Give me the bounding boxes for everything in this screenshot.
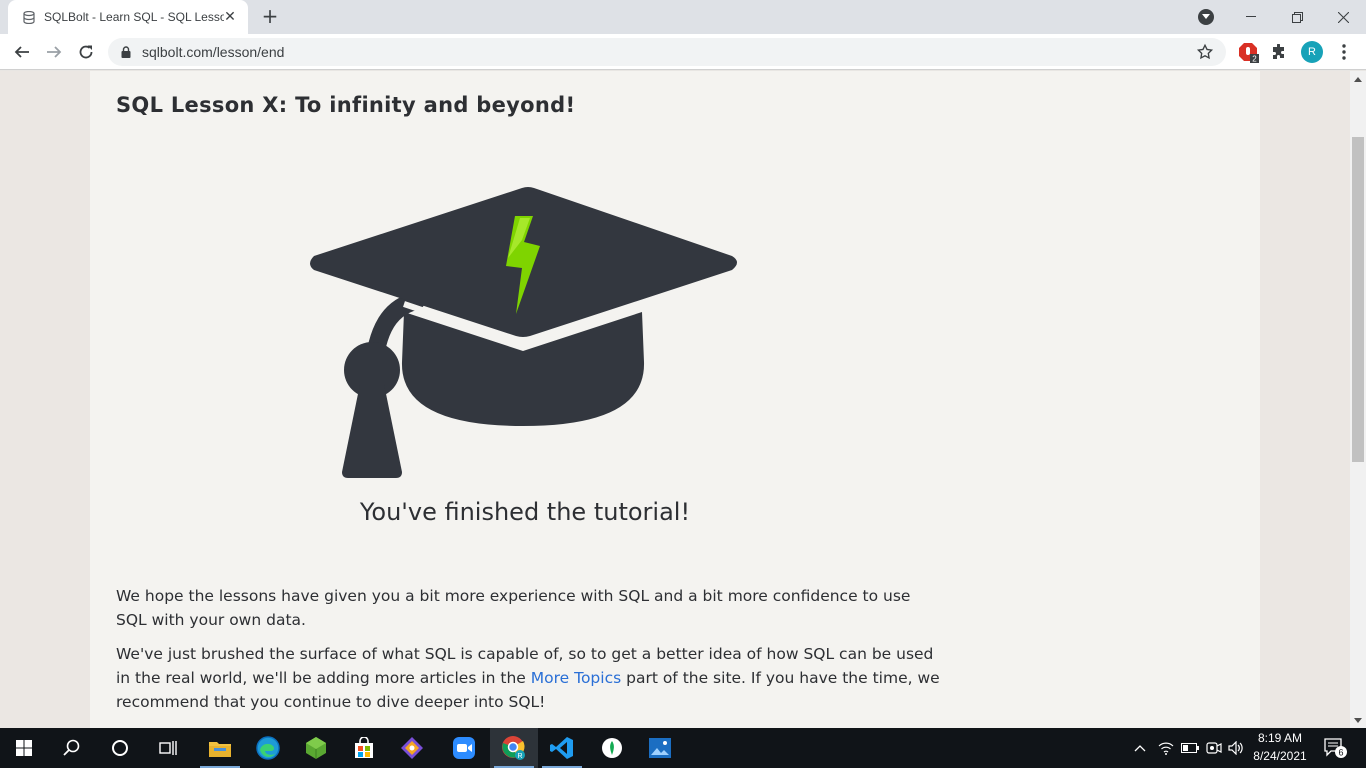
meet-now-icon[interactable] xyxy=(1202,728,1226,768)
page-viewport: SQL Lesson X: To infinity and beyond! Yo… xyxy=(0,71,1350,728)
chrome-profile-badge: R xyxy=(517,753,522,760)
scroll-up-arrow-icon[interactable] xyxy=(1350,71,1366,87)
file-explorer-icon[interactable] xyxy=(196,728,244,768)
wifi-icon[interactable] xyxy=(1154,728,1178,768)
finished-message: You've finished the tutorial! xyxy=(359,498,691,526)
photos-app-icon[interactable] xyxy=(636,728,684,768)
cortana-icon[interactable] xyxy=(96,728,144,768)
adblock-extension-icon[interactable]: 2 xyxy=(1236,40,1260,64)
lesson-content: SQL Lesson X: To infinity and beyond! Yo… xyxy=(90,71,1260,728)
lesson-title: SQL Lesson X: To infinity and beyond! xyxy=(116,93,576,117)
edge-browser-icon[interactable] xyxy=(244,728,292,768)
address-bar[interactable]: sqlbolt.com/lesson/end xyxy=(108,38,1226,66)
extension-badge: 2 xyxy=(1252,55,1257,64)
notification-count: 6 xyxy=(1338,748,1343,758)
paragraph-next-steps: We've just brushed the surface of what S… xyxy=(116,642,946,714)
scroll-down-arrow-icon[interactable] xyxy=(1350,712,1366,728)
show-hidden-icons-chevron-icon[interactable] xyxy=(1128,728,1152,768)
volume-icon[interactable] xyxy=(1224,728,1248,768)
task-view-icon[interactable] xyxy=(144,728,192,768)
paragraph-intro: We hope the lessons have given you a bit… xyxy=(116,587,911,629)
chrome-taskbar-icon[interactable]: R xyxy=(490,728,538,768)
clock-time[interactable]: 8:19 AM xyxy=(1250,731,1310,745)
database-icon xyxy=(22,10,36,24)
restore-icon[interactable] xyxy=(1274,0,1320,34)
minimize-icon[interactable] xyxy=(1228,0,1274,34)
page-scrollbar[interactable] xyxy=(1350,71,1366,728)
reload-icon[interactable] xyxy=(74,40,98,64)
browser-tab-strip: SQLBolt - Learn SQL - SQL Lesson X: To i… xyxy=(0,0,1366,34)
clock-date[interactable]: 8/24/2021 xyxy=(1250,749,1310,763)
windows-start-icon[interactable] xyxy=(0,728,48,768)
notification-center-icon[interactable]: 6 xyxy=(1318,728,1352,768)
more-topics-link[interactable]: More Topics xyxy=(531,669,621,687)
search-icon[interactable] xyxy=(48,728,96,768)
tab-close-icon[interactable]: ✕ xyxy=(222,9,238,25)
mongodb-compass-icon[interactable] xyxy=(588,728,636,768)
tab-title: SQLBolt - Learn SQL - SQL Lesson X: To i… xyxy=(44,10,224,24)
graduation-cap-icon xyxy=(310,187,737,478)
battery-icon[interactable] xyxy=(1178,728,1202,768)
package-app-icon[interactable] xyxy=(292,728,340,768)
lock-icon xyxy=(120,46,132,58)
scroll-thumb[interactable] xyxy=(1352,137,1364,462)
windows-taskbar: R 8:19 AM 8/24/2021 6 xyxy=(0,728,1366,768)
microsoft-store-icon[interactable] xyxy=(340,728,388,768)
chrome-menu-icon[interactable] xyxy=(1332,40,1356,64)
close-window-icon[interactable] xyxy=(1320,0,1366,34)
browser-tab-active[interactable]: SQLBolt - Learn SQL - SQL Lesson X: To i… xyxy=(8,0,248,34)
profile-avatar[interactable]: R xyxy=(1300,40,1324,64)
vscode-icon[interactable] xyxy=(538,728,586,768)
extensions-puzzle-icon[interactable] xyxy=(1267,40,1291,64)
profile-initial: R xyxy=(1301,41,1323,63)
git-client-icon[interactable] xyxy=(388,728,436,768)
tab-search-icon[interactable] xyxy=(1198,9,1214,25)
back-arrow-icon[interactable] xyxy=(10,40,34,64)
bookmark-star-icon[interactable] xyxy=(1196,43,1214,61)
new-tab-button[interactable]: + xyxy=(258,5,282,29)
url-text: sqlbolt.com/lesson/end xyxy=(142,44,285,60)
browser-toolbar: sqlbolt.com/lesson/end 2 R xyxy=(0,34,1366,70)
forward-arrow-icon[interactable] xyxy=(42,40,66,64)
zoom-icon[interactable] xyxy=(440,728,488,768)
